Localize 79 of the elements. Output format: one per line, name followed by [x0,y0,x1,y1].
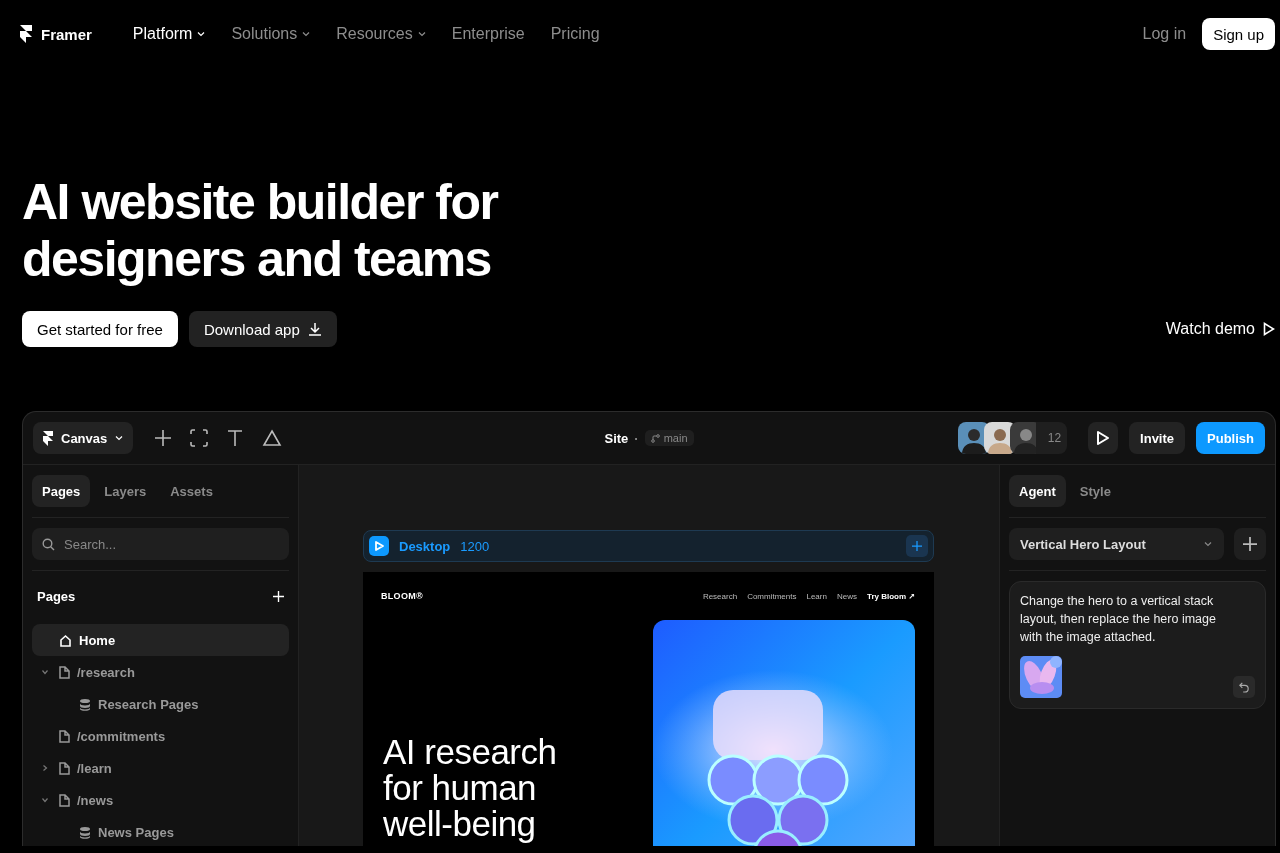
collaborator-count[interactable]: 12 [1035,422,1068,454]
nav-link[interactable]: Platform [119,25,219,43]
plus-icon[interactable] [154,429,173,447]
site-label: Site [604,430,629,446]
brand-name: Framer [41,25,92,43]
play-icon [373,540,385,552]
frame-icon[interactable] [190,429,209,447]
watch-demo-link[interactable]: Watch demo [1165,320,1275,338]
branch-icon [650,433,660,443]
page-icon [59,761,70,775]
plus-icon [912,540,922,552]
preview-button[interactable] [1088,422,1119,454]
breakpoint-bar[interactable]: Desktop 1200 [363,530,934,562]
panel-tab[interactable]: Layers [94,475,157,507]
page-row[interactable]: Home [32,624,289,656]
page-row[interactable]: /news [32,784,289,816]
preview-headline: AI research for human well-being [383,734,558,845]
chevron-icon[interactable] [41,796,49,804]
download-button[interactable]: Download app [188,311,337,347]
caret-icon [302,30,311,38]
preview-logo: BLOOM® [381,591,423,601]
text-icon[interactable] [226,429,245,447]
page-label: Research Pages [98,696,199,712]
canvas-menu[interactable]: Canvas [33,422,134,454]
database-icon [79,697,91,711]
add-breakpoint-button[interactable] [906,535,928,557]
invite-button[interactable]: Invite [1129,422,1186,454]
page-icon [59,665,70,679]
panel-tab[interactable]: Pages [32,475,91,507]
page-label: /news [77,792,114,808]
page-row[interactable]: Research Pages [32,688,289,720]
panel-tab[interactable]: Agent [1009,475,1066,507]
hero-title: AI website builder for designers and teams [22,174,499,288]
chevron-icon[interactable] [41,764,49,772]
chevron-icon[interactable] [41,668,49,676]
section-title: Pages [37,588,76,604]
plus-icon [1243,537,1257,551]
page-icon [59,729,70,743]
caret-icon [197,30,206,38]
home-icon [59,633,72,647]
play-icon [1096,430,1111,446]
separator: · [634,430,639,446]
download-icon [307,322,322,336]
page-row[interactable]: News Pages [32,816,289,846]
framer-logo-icon [43,430,53,446]
chat-select[interactable]: Vertical Hero Layout [1009,528,1224,560]
nav-link[interactable]: Solutions [218,25,324,43]
nav-link[interactable]: Resources [323,25,439,43]
get-started-button[interactable]: Get started for free [22,311,178,347]
database-icon [79,825,91,839]
page-label: /commitments [77,728,166,744]
page-row[interactable]: /learn [32,752,289,784]
branch-badge[interactable]: main [644,430,694,446]
panel-tab[interactable]: Assets [160,475,223,507]
new-chat-button[interactable] [1234,528,1266,560]
page-row[interactable]: /research [32,656,289,688]
caret-icon [417,30,426,38]
breakpoint-width: 1200 [460,538,490,554]
nav-link[interactable]: Pricing [537,25,613,43]
breakpoint-name: Desktop [399,538,451,554]
signup-button[interactable]: Sign up [1202,18,1275,50]
undo-button[interactable] [1233,676,1255,698]
page-label: /learn [77,760,112,776]
page-icon [59,793,70,807]
caret-icon [1204,540,1212,548]
page-label: News Pages [98,824,174,840]
triangle-icon[interactable] [262,429,283,447]
page-label: Home [79,632,116,648]
undo-icon [1239,681,1249,693]
search-field[interactable]: Search... [32,528,289,560]
caret-icon [115,434,124,442]
nav-link[interactable]: Enterprise [438,25,538,43]
login-link[interactable]: Log in [1142,25,1187,43]
page-row[interactable]: /commitments [32,720,289,752]
message-text: Change the hero to a vertical stack layout, then replace the hero image with the image attached. [1020,593,1217,646]
play-icon [1263,322,1275,336]
panel-tab[interactable]: Style [1069,475,1121,507]
framer-logo-icon [20,25,32,43]
page-label: /research [77,664,135,680]
